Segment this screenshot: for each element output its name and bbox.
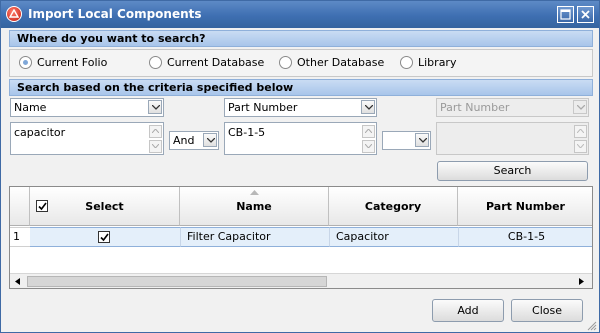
table-cell-select[interactable] — [30, 227, 180, 247]
chevron-down-icon — [152, 144, 159, 148]
dropdown-button[interactable] — [361, 100, 375, 114]
radio-library[interactable]: Library — [400, 56, 456, 69]
column-header-label: Category — [364, 200, 422, 213]
field2-select[interactable]: Part Number — [224, 98, 377, 117]
scroll-right-button[interactable] — [576, 276, 588, 287]
chevron-up-icon — [152, 129, 159, 133]
field3-select: Part Number — [436, 98, 589, 117]
field2-value: Part Number — [228, 101, 298, 114]
search-location-group: Current Folio Current Database Other Dat… — [9, 49, 593, 77]
field3-value: Part Number — [440, 101, 510, 114]
dropdown-button[interactable] — [203, 133, 217, 147]
value1-input[interactable]: capacitor — [10, 122, 164, 155]
row-header-corner — [10, 187, 30, 226]
results-grid: Select Name Category Part Number 1 Filte… — [9, 186, 593, 289]
column-header-name[interactable]: Name — [180, 187, 329, 226]
scroll-left-button[interactable] — [12, 276, 24, 287]
radio-other-database[interactable]: Other Database — [279, 56, 384, 69]
table-cell-name[interactable]: Filter Capacitor — [180, 227, 329, 247]
value1-text: capacitor — [14, 126, 66, 139]
horizontal-scrollbar[interactable] — [10, 273, 592, 288]
radio-label: Current Database — [167, 56, 265, 69]
chevron-up-icon — [365, 129, 372, 133]
chevron-down-icon — [152, 105, 160, 110]
spin-up-button — [574, 125, 587, 138]
title-bar[interactable]: Import Local Components — [1, 1, 599, 28]
radio-label: Other Database — [297, 56, 385, 69]
radio-dot[interactable] — [149, 56, 162, 69]
operator2-select[interactable] — [382, 131, 431, 150]
radio-label: Current Folio — [37, 56, 108, 69]
column-header-label: Part Number — [486, 200, 565, 213]
radio-dot[interactable] — [279, 56, 292, 69]
chevron-down-icon — [577, 105, 585, 110]
chevron-down-icon — [365, 105, 373, 110]
chevron-up-icon — [577, 129, 584, 133]
search-button[interactable]: Search — [437, 161, 588, 181]
table-cell-category[interactable]: Capacitor — [329, 227, 458, 247]
import-local-components-window: Import Local Components Where do you wan… — [0, 0, 600, 333]
chevron-down-icon — [577, 144, 584, 148]
dropdown-button[interactable] — [415, 133, 429, 147]
radio-dot-selected[interactable] — [19, 56, 32, 69]
spin-down-button[interactable] — [149, 140, 162, 153]
value2-text: CB-1-5 — [228, 126, 266, 139]
radio-dot[interactable] — [400, 56, 413, 69]
spin-up-button[interactable] — [362, 125, 375, 138]
column-header-category[interactable]: Category — [329, 187, 458, 226]
checkmark-icon — [100, 233, 109, 242]
field1-value: Name — [14, 101, 47, 114]
row-index[interactable]: 1 — [10, 227, 30, 247]
close-button[interactable]: Close — [511, 299, 583, 322]
radio-current-database[interactable]: Current Database — [149, 56, 264, 69]
checkmark-icon — [38, 202, 47, 211]
add-button[interactable]: Add — [432, 299, 504, 322]
select-all-checkbox[interactable] — [36, 200, 48, 212]
criteria-header: Search based on the criteria specified b… — [9, 79, 593, 96]
spin-up-button[interactable] — [149, 125, 162, 138]
spin-down-button — [574, 140, 587, 153]
maximize-button[interactable] — [557, 6, 574, 23]
arrow-right-icon — [579, 278, 584, 285]
search-location-header: Where do you want to search? — [9, 30, 593, 47]
column-header-label: Name — [236, 200, 272, 213]
chevron-down-icon — [207, 138, 215, 143]
dropdown-button[interactable] — [148, 100, 162, 114]
table-cell-part-number[interactable]: CB-1-5 — [458, 227, 592, 247]
chevron-down-icon — [419, 138, 427, 143]
radio-current-folio[interactable]: Current Folio — [19, 56, 107, 69]
arrow-left-icon — [15, 278, 20, 285]
operator-value: And — [173, 134, 195, 147]
dropdown-button — [573, 100, 587, 114]
field1-select[interactable]: Name — [10, 98, 164, 117]
close-icon — [581, 10, 590, 19]
column-header-label: Select — [85, 200, 124, 213]
value2-input[interactable]: CB-1-5 — [224, 122, 377, 155]
spin-down-button[interactable] — [362, 140, 375, 153]
window-title: Import Local Components — [28, 7, 202, 21]
app-logo-icon — [6, 6, 22, 22]
chevron-down-icon — [365, 144, 372, 148]
maximize-icon — [560, 9, 571, 20]
radio-label: Library — [418, 56, 457, 69]
operator-select[interactable]: And — [169, 131, 219, 150]
value3-input — [436, 122, 589, 155]
column-header-select[interactable]: Select — [30, 187, 180, 226]
resize-grip-icon[interactable] — [587, 321, 597, 331]
close-window-button[interactable] — [577, 6, 594, 23]
column-header-part-number[interactable]: Part Number — [458, 187, 592, 226]
scrollbar-thumb[interactable] — [27, 276, 327, 287]
sort-ascending-icon — [250, 190, 259, 195]
row-select-checkbox[interactable] — [98, 231, 110, 243]
